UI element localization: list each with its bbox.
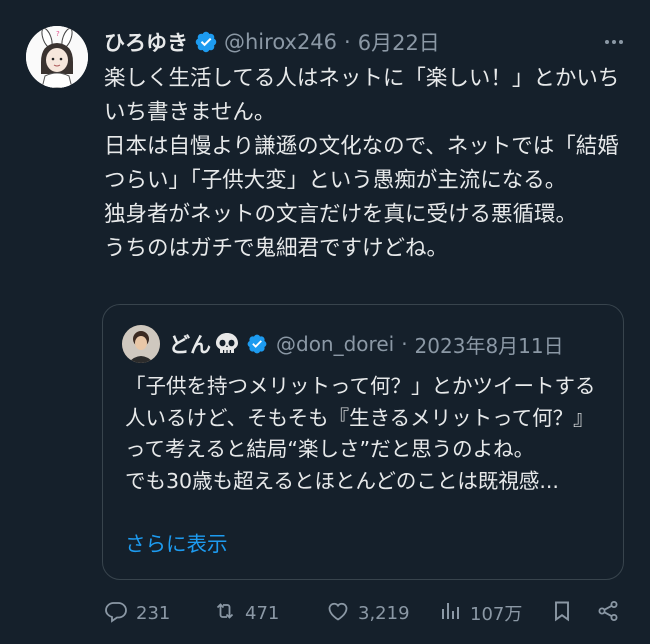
skull-emoji-icon xyxy=(214,331,240,357)
quoted-tweet[interactable]: どん @don_dorei · 2023年8月11日 「子供を持つメリットって何… xyxy=(102,304,624,580)
reply-button[interactable]: 231 xyxy=(104,596,170,630)
separator-dot: · xyxy=(401,332,408,356)
share-icon xyxy=(596,599,620,628)
show-more-link[interactable]: さらに表示 xyxy=(125,527,228,557)
like-button[interactable]: 3,219 xyxy=(326,596,410,630)
quoted-author-handle: @don_dorei xyxy=(276,332,395,356)
tweet-date[interactable]: 6月22日 xyxy=(358,27,440,57)
quoted-tweet-date: 2023年8月11日 xyxy=(414,333,564,358)
views-icon xyxy=(438,599,462,628)
tweet[interactable]: ? ひろゆき @hirox246 · 6月22日 楽しく生活してる人はネットに「… xyxy=(0,0,650,644)
action-bar: 231 471 3,219 107万 xyxy=(100,596,630,630)
quoted-author-avatar xyxy=(122,325,160,363)
retweet-count: 471 xyxy=(245,602,280,624)
like-icon xyxy=(326,599,350,628)
more-icon[interactable] xyxy=(600,30,628,54)
views-button[interactable]: 107万 xyxy=(438,596,522,630)
author-avatar[interactable]: ? xyxy=(26,26,88,88)
author-handle[interactable]: @hirox246 xyxy=(224,30,337,54)
retweet-icon xyxy=(213,599,237,628)
tweet-header: ひろゆき @hirox246 · 6月22日 xyxy=(104,26,628,58)
reply-icon xyxy=(104,599,128,628)
views-count: 107万 xyxy=(470,604,523,625)
quoted-tweet-header: どん @don_dorei · 2023年8月11日 xyxy=(169,327,611,361)
tweet-text: 楽しく生活してる人はネットに「楽しい！」とかいちいち書きません。 日本は自慢より… xyxy=(104,66,620,261)
separator-dot: · xyxy=(344,30,351,54)
quoted-tweet-text: 「子供を持つメリットって何？」とかツイートする人いるけど、そもそも『生きるメリッ… xyxy=(125,374,596,493)
like-count: 3,219 xyxy=(358,602,410,624)
share-button[interactable] xyxy=(596,596,620,630)
bookmark-button[interactable] xyxy=(550,596,574,630)
retweet-button[interactable]: 471 xyxy=(213,596,279,630)
bookmark-icon xyxy=(550,599,574,628)
verified-badge-icon xyxy=(194,30,218,54)
verified-badge-icon xyxy=(246,333,268,355)
svg-text:?: ? xyxy=(56,30,60,38)
author-name[interactable]: ひろゆき xyxy=(104,27,188,57)
reply-count: 231 xyxy=(136,602,171,624)
quoted-author-name: どん xyxy=(169,333,211,357)
